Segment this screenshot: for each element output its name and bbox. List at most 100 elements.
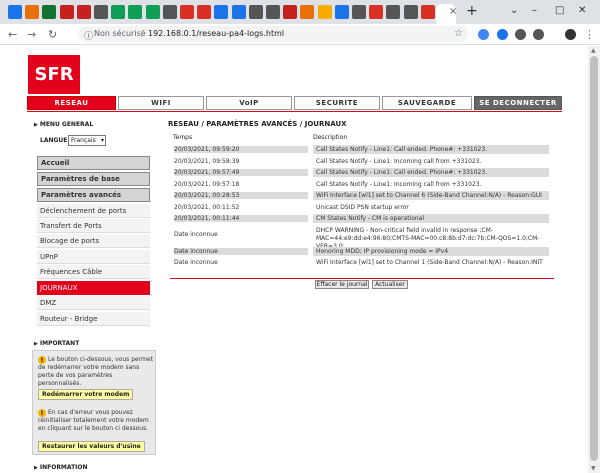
breadcrumb: RESEAU / PARAMÈTRES AVANCÉS / JOURNAUX — [168, 120, 347, 128]
language-value: Français — [71, 137, 96, 144]
tab-favicon[interactable] — [386, 5, 401, 19]
sidebar-item[interactable]: Fréquences Câble — [37, 265, 150, 279]
tab-favicon[interactable] — [403, 5, 418, 19]
extension-icon[interactable] — [497, 29, 508, 40]
clear-log-button[interactable]: Effacer le journal — [315, 280, 369, 289]
tab-favicon[interactable] — [214, 5, 229, 19]
log-time: 20/03/2021, 09:57:49 — [174, 169, 308, 176]
tab-favicon[interactable] — [76, 5, 91, 19]
log-description: WiFi Interface [wl1] set to Channel 1 (S… — [316, 259, 543, 266]
scroll-thumb[interactable] — [590, 56, 598, 461]
log-time: Date inconnue — [174, 230, 218, 238]
tab-favicon[interactable] — [59, 5, 74, 19]
extension-icon[interactable] — [478, 29, 489, 40]
table-row: 20/03/2021, 09:57:49 Call States Notify -… — [171, 168, 549, 177]
sidebar-item[interactable]: Paramètres avancés — [37, 188, 150, 202]
sidebar-item[interactable]: JOURNAUX — [37, 281, 150, 295]
log-description: Call States Notify - Line1: Incoming cal… — [316, 157, 482, 165]
bookmark-star-icon[interactable]: ☆ — [454, 28, 463, 39]
tab-favicon[interactable] — [94, 5, 108, 19]
sidebar-item[interactable]: UPnP — [37, 250, 150, 264]
minimize-icon[interactable]: – — [532, 5, 537, 16]
refresh-button[interactable]: Actualiser — [372, 280, 408, 289]
tab-favicon[interactable] — [25, 5, 40, 19]
log-time: 20/03/2021, 09:59:20 — [174, 146, 308, 153]
table-row: Date inconnue Honoring MDD; IP provisioni… — [171, 246, 549, 256]
reload-icon[interactable]: ↻ — [48, 28, 57, 41]
nav-wifi[interactable]: WIFI — [118, 96, 204, 110]
scroll-up-icon[interactable]: ▲ — [591, 47, 596, 54]
log-time: 20/03/2021, 09:57:18 — [174, 180, 240, 188]
tab-favicon[interactable] — [266, 5, 280, 19]
tab-favicon[interactable] — [197, 5, 212, 19]
browser-toolbar: ← → ↻ ⓘ Non sécurisé | 192.168.0.1/resea… — [0, 24, 600, 45]
log-description: DHCP WARNING - Non-critical field invali… — [316, 226, 540, 250]
new-tab-button[interactable]: + — [466, 3, 478, 19]
language-label: LANGUE — [40, 137, 68, 144]
log-time: 20/03/2021, 00:11:52 — [174, 203, 240, 211]
tab-favicon[interactable] — [111, 5, 126, 19]
tab-favicon[interactable] — [231, 5, 246, 19]
restore-factory-button[interactable]: Restaurer les valeurs d'usine — [38, 441, 145, 452]
sidebar-item[interactable]: Paramètres de base — [37, 172, 150, 186]
table-bottom-divider — [170, 278, 554, 279]
triangle-right-icon: ▶ — [34, 341, 38, 347]
menu-kebab-icon[interactable]: ⋮ — [584, 28, 595, 41]
table-row: Date inconnue WiFi Interface [wl1] set to… — [171, 258, 549, 267]
forward-icon[interactable]: → — [27, 28, 36, 41]
nav-deconnecter[interactable]: SE DECONNECTER — [474, 96, 562, 110]
extension-icon[interactable] — [565, 29, 576, 40]
sidebar-item[interactable]: Routeur - Bridge — [37, 312, 150, 326]
back-icon[interactable]: ← — [8, 28, 17, 41]
sidebar-item[interactable]: DMZ — [37, 296, 150, 310]
tab-favicon[interactable] — [300, 5, 315, 19]
url-text[interactable]: 192.168.0.1/reseau-pa4-logs.html — [148, 29, 284, 38]
page-scrollbar[interactable]: ▲ ▼ — [588, 46, 600, 473]
table-row: Date inconnue DHCP WARNING - Non-critical… — [171, 226, 549, 250]
tab-favicon[interactable] — [42, 5, 57, 19]
sidebar-item[interactable]: Accueil — [37, 156, 150, 170]
tab-search-icon[interactable]: ⌄ — [510, 5, 518, 16]
extension-icon[interactable] — [533, 29, 544, 40]
tab-favicon[interactable] — [420, 5, 435, 19]
tab-favicon[interactable] — [369, 5, 384, 19]
nav-securite[interactable]: SECURITE — [294, 96, 380, 110]
information-heading: ▶ INFORMATION — [34, 464, 88, 471]
restart-modem-button[interactable]: Redémarrer votre modem — [38, 389, 134, 400]
table-row: 20/03/2021, 00:28:53 WiFi Interface [wl1]… — [171, 191, 549, 200]
address-separator: | — [140, 29, 143, 38]
tab-favicon[interactable] — [128, 5, 143, 19]
tab-favicon[interactable] — [162, 5, 177, 19]
tab-favicon[interactable] — [283, 5, 298, 19]
column-header-description: Description — [313, 134, 348, 141]
language-select[interactable]: Français ▾ — [68, 135, 106, 146]
tab-favicon[interactable] — [334, 5, 349, 19]
sidebar-item[interactable]: Déclenchement de ports — [37, 204, 150, 218]
nav-sauvegarde[interactable]: SAUVEGARDE — [382, 96, 472, 110]
restart-info-text: Le bouton ci-dessous, vous permet de red… — [38, 356, 153, 387]
tab-favicon[interactable] — [145, 5, 160, 19]
triangle-right-icon: ▶ — [34, 122, 38, 128]
nav-reseau[interactable]: RESEAU — [27, 96, 116, 110]
tab-favicon[interactable] — [248, 5, 263, 19]
maximize-icon[interactable]: □ — [555, 5, 564, 16]
table-row: 20/03/2021, 09:59:20 Call States Notify -… — [171, 145, 549, 154]
info-icon[interactable]: ⓘ — [84, 29, 93, 42]
sfr-logo: SFR — [28, 55, 80, 94]
log-description: Unicast DSID PSN startup error — [316, 203, 409, 211]
close-window-icon[interactable]: ✕ — [578, 5, 586, 16]
sidebar-item[interactable]: Transfert de Ports — [37, 219, 150, 233]
tab-favicon[interactable] — [8, 5, 22, 19]
tab-favicon[interactable] — [352, 5, 366, 19]
log-description: WiFi Interface [wl1] set to Channel 6 (S… — [313, 191, 549, 200]
nav-voip[interactable]: VoIP — [206, 96, 292, 110]
tab-favicon[interactable] — [180, 5, 194, 19]
tab-favicon[interactable] — [317, 5, 332, 19]
extension-icon[interactable] — [515, 29, 526, 40]
address-bar[interactable]: ⓘ Non sécurisé | 192.168.0.1/reseau-pa4-… — [78, 26, 468, 42]
log-time: Date inconnue — [174, 259, 218, 266]
close-tab-icon[interactable]: × — [449, 6, 457, 17]
sidebar-item[interactable]: Blocage de ports — [37, 234, 150, 248]
log-description: CM States Notify - CM is operational — [313, 214, 549, 223]
scroll-down-icon[interactable]: ▼ — [591, 465, 596, 472]
